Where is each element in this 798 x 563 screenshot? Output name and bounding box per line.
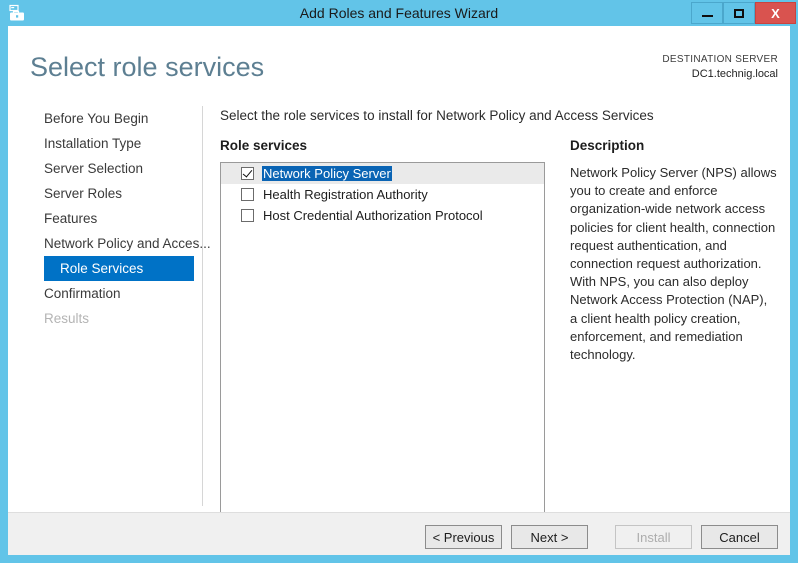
close-button[interactable]: X	[755, 2, 796, 24]
sidebar-item-installation-type[interactable]: Installation Type	[8, 131, 202, 156]
list-item-label: Host Credential Authorization Protocol	[262, 208, 484, 223]
list-item[interactable]: Health Registration Authority	[221, 184, 544, 205]
checkbox-network-policy-server[interactable]	[241, 167, 254, 180]
sidebar-item-network-policy-and-access[interactable]: Network Policy and Acces...	[8, 231, 202, 256]
role-services-listbox[interactable]: Network Policy Server Health Registratio…	[220, 162, 545, 520]
destination-server-block: DESTINATION SERVER DC1.technig.local	[662, 53, 778, 81]
dialog-client-area: Select role services DESTINATION SERVER …	[8, 26, 790, 555]
window-title: Add Roles and Features Wizard	[0, 0, 798, 26]
list-item-label: Network Policy Server	[262, 166, 392, 181]
sidebar-item-server-roles[interactable]: Server Roles	[8, 181, 202, 206]
description-body: Network Policy Server (NPS) allows you t…	[570, 164, 778, 364]
install-button: Install	[615, 525, 692, 549]
sidebar-item-role-services[interactable]: Role Services	[44, 256, 194, 281]
wizard-window: Add Roles and Features Wizard X Select r…	[0, 0, 798, 563]
dialog-footer: < Previous Next > Install Cancel	[8, 513, 790, 555]
minimize-icon	[702, 15, 713, 17]
minimize-button[interactable]	[691, 2, 723, 24]
destination-server-value: DC1.technig.local	[662, 67, 778, 81]
title-bar[interactable]: Add Roles and Features Wizard X	[0, 0, 798, 26]
previous-button[interactable]: < Previous	[425, 525, 502, 549]
checkbox-host-credential-authorization-protocol[interactable]	[241, 209, 254, 222]
instruction-text: Select the role services to install for …	[220, 108, 654, 123]
sidebar-item-server-selection[interactable]: Server Selection	[8, 156, 202, 181]
sidebar-item-results: Results	[8, 306, 202, 331]
close-icon: X	[771, 6, 780, 21]
maximize-button[interactable]	[723, 2, 755, 24]
sidebar-divider	[202, 106, 203, 506]
list-item[interactable]: Host Credential Authorization Protocol	[221, 205, 544, 226]
list-item-label: Health Registration Authority	[262, 187, 429, 202]
cancel-button[interactable]: Cancel	[701, 525, 778, 549]
list-item[interactable]: Network Policy Server	[221, 163, 544, 184]
description-title: Description	[570, 138, 644, 153]
sidebar-item-confirmation[interactable]: Confirmation	[8, 281, 202, 306]
destination-server-label: DESTINATION SERVER	[662, 53, 778, 67]
next-button[interactable]: Next >	[511, 525, 588, 549]
sidebar-item-features[interactable]: Features	[8, 206, 202, 231]
role-services-label: Role services	[220, 138, 307, 153]
server-toolbox-icon	[8, 4, 26, 22]
page-title: Select role services	[30, 52, 264, 83]
checkbox-health-registration-authority[interactable]	[241, 188, 254, 201]
wizard-step-nav: Before You Begin Installation Type Serve…	[8, 106, 202, 511]
sidebar-item-before-you-begin[interactable]: Before You Begin	[8, 106, 202, 131]
maximize-icon	[734, 9, 744, 18]
